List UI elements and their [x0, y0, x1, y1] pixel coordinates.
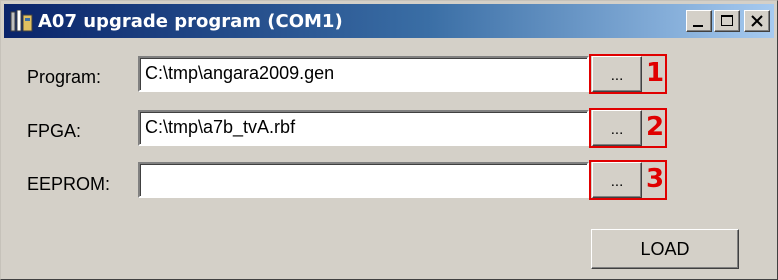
program-path-input[interactable]: C:\tmp\angara2009.gen — [138, 56, 589, 92]
program-browse-button[interactable]: ... — [592, 56, 642, 92]
fpga-browse-button[interactable]: ... — [592, 110, 642, 146]
load-button[interactable]: LOAD — [591, 229, 739, 269]
window-title: A07 upgrade program (COM1) — [38, 11, 343, 32]
fpga-path-input[interactable]: C:\tmp\a7b_tvA.rbf — [138, 110, 589, 146]
minimize-button[interactable] — [686, 10, 712, 32]
app-icon — [10, 9, 34, 32]
close-button[interactable] — [744, 10, 770, 32]
eeprom-browse-button[interactable]: ... — [592, 162, 642, 198]
eeprom-label: EEPROM: — [27, 174, 111, 194]
eeprom-path-input[interactable] — [138, 162, 589, 198]
marker-number-3: 3 — [645, 164, 665, 194]
minimize-icon — [693, 25, 703, 27]
upgrade-dialog: A07 upgrade program (COM1) Program: C:\t… — [0, 0, 778, 280]
title-bar[interactable]: A07 upgrade program (COM1) — [4, 4, 774, 38]
maximize-button[interactable] — [714, 10, 740, 32]
close-icon — [751, 15, 763, 27]
program-label: Program: — [27, 67, 102, 87]
marker-number-1: 1 — [645, 58, 665, 88]
marker-number-2: 2 — [645, 112, 665, 142]
maximize-icon — [721, 15, 733, 26]
fpga-label: FPGA: — [27, 121, 82, 141]
